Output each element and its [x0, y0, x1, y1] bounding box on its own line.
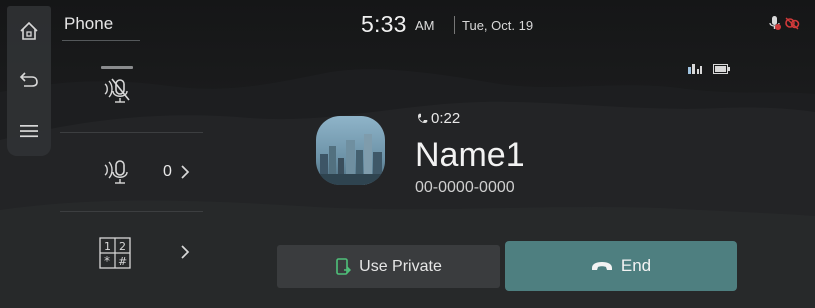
battery-icon — [713, 64, 730, 74]
chevron-right-icon[interactable] — [180, 244, 190, 260]
voice-volume-button[interactable] — [101, 157, 133, 192]
svg-text:2: 2 — [119, 240, 126, 253]
svg-text:#: # — [118, 255, 127, 268]
page-title: Phone — [64, 14, 114, 33]
mute-indicator — [101, 66, 133, 69]
call-active-icon — [418, 113, 428, 123]
contact-avatar — [316, 116, 385, 185]
header-separator — [454, 16, 455, 34]
keypad-button[interactable]: 1 2 * # — [99, 237, 131, 274]
call-timer: 0:22 — [431, 110, 461, 127]
option-divider — [60, 132, 203, 133]
clock-ampm: AM — [415, 18, 435, 33]
back-icon — [19, 72, 38, 87]
signal-icon — [688, 64, 702, 74]
top-status-icons — [768, 15, 800, 31]
end-label: End — [620, 256, 652, 275]
side-rail — [7, 6, 51, 156]
svg-text:*: * — [104, 254, 110, 268]
device-status-icons — [688, 64, 730, 74]
phone-call-screen: Phone 5:33 AM Tue, Oct. 19 0 1 2 * # 0:2… — [0, 0, 815, 308]
contact-name: Name1 — [415, 136, 525, 174]
voice-disabled-icon — [785, 17, 800, 30]
option-divider — [60, 211, 203, 212]
home-button[interactable] — [7, 14, 51, 48]
use-private-button[interactable]: Use Private — [277, 245, 500, 288]
microphone-muted-icon — [104, 78, 130, 103]
svg-text:1: 1 — [104, 240, 111, 253]
keypad-icon: 1 2 * # — [99, 237, 131, 269]
city-image — [316, 116, 385, 185]
back-button[interactable] — [7, 62, 51, 96]
mute-button[interactable] — [101, 76, 133, 111]
clock-date: Tue, Oct. 19 — [462, 18, 534, 33]
voice-volume-count: 0 — [163, 163, 172, 180]
chevron-right-icon[interactable] — [180, 164, 190, 180]
use-private-label: Use Private — [359, 257, 442, 275]
menu-icon — [20, 125, 38, 138]
microphone-volume-icon — [104, 160, 128, 184]
title-divider — [62, 40, 140, 41]
clock-time: 5:33 — [361, 11, 407, 37]
contact-number: 00-0000-0000 — [415, 179, 515, 196]
end-call-button[interactable]: End — [505, 241, 737, 291]
menu-button[interactable] — [7, 114, 51, 148]
microphone-off-icon — [769, 16, 781, 30]
hang-up-icon — [591, 262, 612, 270]
phone-private-icon — [336, 257, 352, 275]
home-icon — [20, 21, 38, 40]
